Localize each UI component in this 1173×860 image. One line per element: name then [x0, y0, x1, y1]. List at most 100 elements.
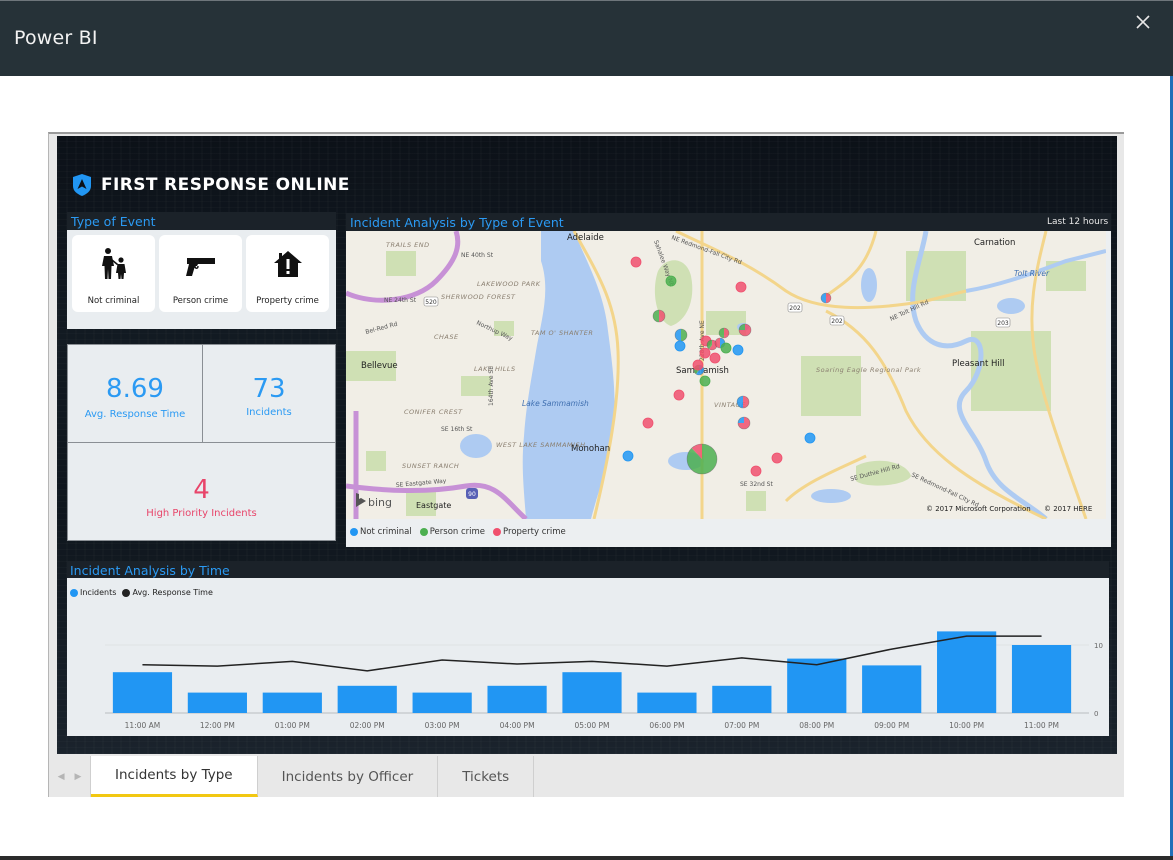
incident-marker[interactable] [709, 352, 721, 364]
bar-incidents[interactable] [637, 692, 697, 713]
x-tick-label: 06:00 PM [649, 721, 684, 730]
place-label: Pleasant Hill [952, 359, 1004, 369]
incident-marker[interactable] [736, 395, 750, 409]
incident-marker[interactable] [652, 309, 666, 323]
y-tick-label: 0 [1094, 710, 1098, 718]
incident-marker[interactable] [720, 342, 732, 354]
time-chart-panel: 0 10 11:00 AM 12:00 PM 01:00 PM 02:00 PM 03:00… [67, 578, 1109, 736]
handgun-icon [185, 258, 215, 276]
marker-slice [622, 450, 634, 462]
legend-label: Avg. Response Time [132, 588, 213, 597]
close-button[interactable] [1132, 11, 1154, 33]
incident-marker[interactable] [718, 327, 730, 339]
marker-slice [674, 340, 686, 352]
incident-marker[interactable] [738, 323, 752, 337]
chevron-right-icon[interactable]: ▶ [75, 772, 82, 782]
incidents-by-time-chart[interactable]: 0 10 11:00 AM 12:00 PM 01:00 PM 02:00 PM 03:00… [67, 578, 1109, 736]
road-label: SE 32nd St [740, 481, 773, 488]
map-copyright-here: © 2017 HERE [1044, 505, 1092, 513]
incident-marker[interactable] [771, 452, 783, 464]
incident-marker[interactable] [674, 328, 688, 342]
shield-label: 202 [789, 305, 801, 312]
kpi-incidents[interactable]: 73 Incidents [202, 344, 336, 443]
bar-incidents[interactable] [262, 692, 322, 713]
bar-incidents[interactable] [487, 685, 547, 713]
neighborhood-label: TAM O' SHANTER [531, 329, 593, 337]
shield-label: 90 [468, 491, 476, 498]
incident-marker[interactable] [673, 389, 685, 401]
filter-card-not-criminal[interactable]: Not criminal [72, 235, 155, 312]
filter-card-person-crime[interactable]: Person crime [159, 235, 242, 312]
incident-marker[interactable] [820, 292, 832, 304]
place-label: Eastgate [416, 501, 451, 510]
bar-incidents[interactable] [937, 631, 997, 713]
legend-item-not-criminal[interactable]: Not criminal [350, 527, 412, 537]
road-label: SE 16th St [441, 426, 473, 433]
brand-title: FIRST RESPONSE ONLINE [101, 175, 350, 195]
y-tick-label: 10 [1094, 642, 1103, 650]
legend-dot [70, 588, 78, 597]
incident-marker[interactable] [674, 340, 686, 352]
incident-marker[interactable] [750, 465, 762, 477]
place-label: Bellevue [361, 361, 398, 371]
neighborhood-label: SHERWOOD FOREST [441, 293, 516, 301]
bar-incidents[interactable] [412, 692, 472, 713]
incident-map[interactable]: 520 202 202 203 90 Adelaide Carnation Be… [346, 231, 1106, 519]
kpi-high-priority-incidents[interactable]: 4 High Priority Incidents [67, 442, 336, 541]
type-of-event-panel: Not criminal Person crime Property crime [67, 230, 336, 329]
bar-incidents[interactable] [787, 658, 847, 713]
kpi-value: 4 [193, 475, 210, 505]
marker-slice [732, 344, 744, 356]
neighborhood-label: CHASE [434, 333, 459, 341]
x-tick-label: 09:00 PM [874, 721, 909, 730]
legend-dot [419, 528, 428, 536]
x-tick-label: 01:00 PM [275, 721, 310, 730]
bar-incidents[interactable] [862, 665, 922, 713]
tab-incidents-by-officer[interactable]: Incidents by Officer [258, 756, 439, 797]
legend-label: Person crime [429, 527, 486, 537]
bar-incidents[interactable] [187, 692, 247, 713]
neighborhood-label: CONIFER CREST [404, 408, 463, 416]
incident-marker[interactable] [642, 417, 654, 429]
legend-dot [350, 528, 358, 536]
bar-incidents[interactable] [112, 672, 173, 713]
legend-item-incidents[interactable]: Incidents [70, 588, 116, 597]
police-badge-icon [73, 174, 91, 196]
legend-item-avg-response-time[interactable]: Avg. Response Time [122, 588, 213, 597]
x-tick-label: 05:00 PM [575, 721, 610, 730]
tab-scroll-controls: ◀ ▶ [49, 756, 91, 797]
kpi-value: 8.69 [106, 374, 164, 404]
bar-incidents[interactable] [712, 685, 772, 713]
incident-marker[interactable] [665, 275, 677, 287]
incident-marker[interactable] [622, 450, 634, 462]
marker-slice [665, 275, 677, 287]
incident-marker[interactable] [699, 347, 711, 359]
bing-text: bing [368, 496, 392, 509]
map-title: Incident Analysis by Type of Event [350, 215, 564, 230]
bar-incidents[interactable] [562, 672, 622, 713]
chevron-left-icon[interactable]: ◀ [58, 772, 65, 782]
filter-card-property-crime[interactable]: Property crime [246, 235, 329, 312]
incident-marker[interactable] [735, 281, 747, 293]
marker-slice [642, 417, 654, 429]
incident-marker[interactable] [699, 375, 711, 387]
bar-incidents[interactable] [1011, 645, 1072, 713]
incident-marker[interactable] [630, 256, 642, 268]
incident-marker[interactable] [686, 443, 718, 475]
map-legend: Not criminal Person crime Property crime [350, 527, 574, 537]
bar-incidents[interactable] [337, 685, 397, 713]
incident-marker[interactable] [804, 432, 816, 444]
tab-incidents-by-type[interactable]: Incidents by Type [91, 756, 258, 797]
tab-tickets[interactable]: Tickets [438, 756, 535, 797]
legend-item-property-crime[interactable]: Property crime [493, 527, 566, 537]
map-copyright: © 2017 Microsoft Corporation [926, 505, 1031, 513]
marker-slice [630, 256, 642, 268]
incident-marker[interactable] [737, 416, 751, 430]
incident-marker[interactable] [732, 344, 744, 356]
window-border-bottom [0, 856, 1173, 860]
incident-marker[interactable] [692, 359, 704, 371]
marker-slice [804, 432, 816, 444]
timeframe-label: Last 12 hours [1047, 217, 1109, 227]
legend-item-person-crime[interactable]: Person crime [419, 527, 486, 537]
kpi-avg-response-time[interactable]: 8.69 Avg. Response Time [67, 344, 203, 443]
